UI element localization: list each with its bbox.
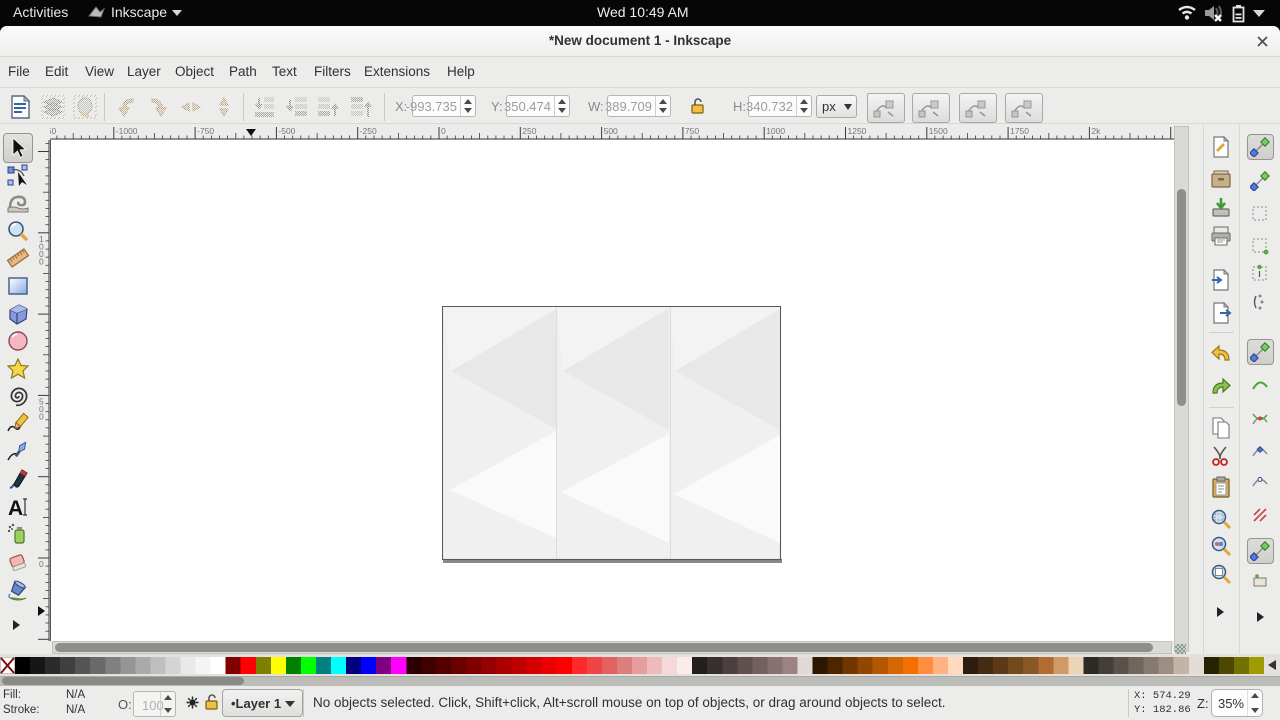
svg-text:2k: 2k bbox=[1091, 126, 1101, 136]
svg-text:750: 750 bbox=[685, 126, 699, 136]
svg-text:-1000: -1000 bbox=[116, 126, 138, 136]
svg-text:500: 500 bbox=[604, 126, 618, 136]
svg-text:0: 0 bbox=[39, 411, 44, 421]
svg-text:0: 0 bbox=[39, 256, 44, 266]
svg-text:1750: 1750 bbox=[1010, 126, 1029, 136]
svg-text:1000: 1000 bbox=[766, 126, 785, 136]
svg-text:250: 250 bbox=[522, 126, 536, 136]
svg-text:-750: -750 bbox=[197, 126, 214, 136]
svg-text:1500: 1500 bbox=[929, 126, 948, 136]
svg-text:0: 0 bbox=[39, 559, 44, 569]
svg-text:-500: -500 bbox=[278, 126, 295, 136]
svg-text:-250: -250 bbox=[360, 126, 377, 136]
svg-text:1250: 1250 bbox=[848, 126, 867, 136]
svg-text:-1250: -1250 bbox=[50, 126, 57, 136]
svg-text:0: 0 bbox=[441, 126, 446, 136]
svg-text:A: A bbox=[8, 497, 23, 519]
